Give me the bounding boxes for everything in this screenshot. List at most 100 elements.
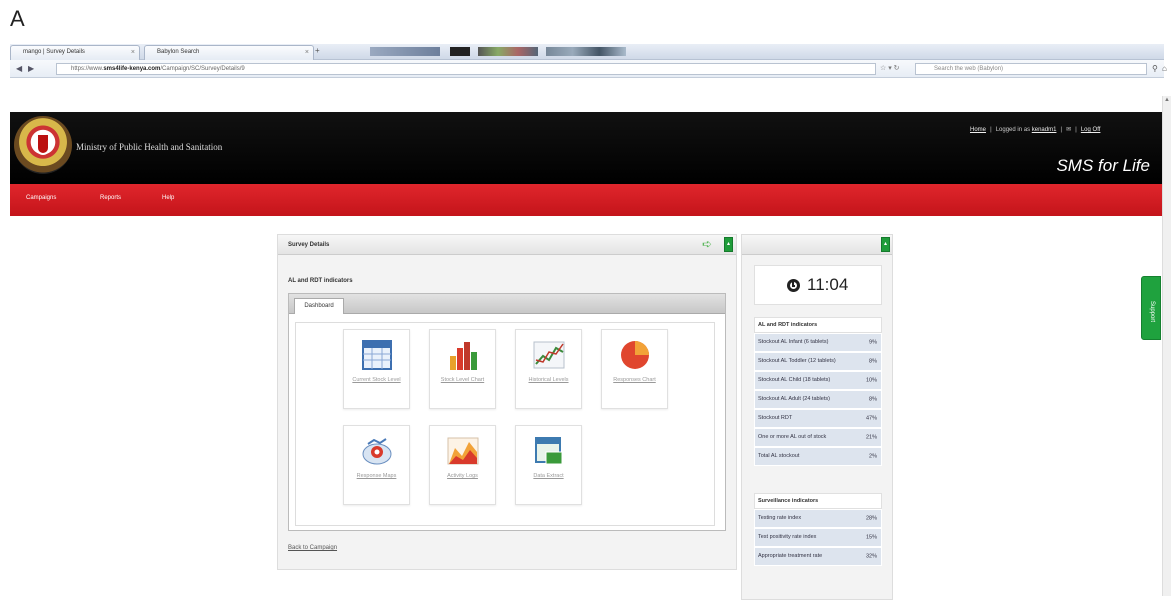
tile-current-stock-level[interactable]: Current Stock Level — [343, 329, 410, 409]
indicator-label: One or more AL out of stock — [758, 434, 827, 440]
web-search-input[interactable]: Search the web (Babylon) — [915, 63, 1147, 75]
tile-label: Stock Level Chart — [440, 377, 485, 383]
surveillance-indicators: Surveillance indicators Testing rate ind… — [754, 493, 882, 566]
url-path: /Campaign/SC/Survey/Details/9 — [160, 66, 245, 72]
back-arrow-icon[interactable]: ◀ — [16, 64, 22, 73]
data-extract-icon — [535, 437, 563, 465]
indicator-value: 8% — [869, 396, 877, 402]
search-icon[interactable]: ⚲ — [1152, 64, 1158, 73]
bookmark-star-icon[interactable]: ☆ ▾ ↻ — [880, 64, 900, 72]
taskbar-thumbnail — [478, 47, 538, 56]
scroll-up-icon[interactable]: ▲ — [1164, 97, 1170, 103]
tile-label: Historical Levels — [528, 377, 569, 383]
indicator-row: Appropriate treatment rate 32% — [754, 547, 882, 566]
logged-in-label: Logged in as — [995, 127, 1031, 133]
tile-label: Data Extract — [533, 473, 564, 479]
area-chart-icon — [447, 437, 479, 465]
map-icon — [362, 438, 392, 465]
collapse-button[interactable]: ▴ — [881, 237, 890, 252]
tile-label: Current Stock Level — [352, 377, 401, 383]
nav-campaigns[interactable]: Campaigns — [26, 195, 56, 201]
indicators-title: Surveillance indicators — [754, 493, 882, 509]
url-domain: sms4life-kenya.com — [103, 66, 161, 72]
close-icon[interactable]: × — [305, 46, 309, 59]
tile-historical-levels[interactable]: Historical Levels — [515, 329, 582, 409]
ministry-name: Ministry of Public Health and Sanitation — [76, 142, 223, 152]
url-prefix: https://www. — [71, 66, 104, 72]
tab-title: mango | Survey Details — [23, 49, 85, 55]
indicators-title: AL and RDT indicators — [754, 317, 882, 333]
close-icon[interactable]: × — [131, 46, 135, 59]
dashboard-tiles: Current Stock Level Stock Level Chart Hi… — [295, 322, 715, 526]
mail-icon[interactable]: ✉ — [1066, 127, 1071, 133]
indicator-value: 28% — [865, 515, 877, 521]
indicator-row: Stockout RDT 47% — [754, 409, 882, 428]
home-icon[interactable]: ⌂ — [1162, 64, 1167, 73]
indicator-value: 2% — [869, 453, 877, 459]
taskbar-thumbnail — [450, 47, 470, 56]
forward-arrow-icon[interactable]: ▶ — [28, 64, 34, 73]
tab-title: Babylon Search — [157, 49, 200, 55]
browser-tab-survey-details[interactable]: mango | Survey Details × — [10, 45, 140, 60]
indicator-label: Appropriate treatment rate — [758, 553, 823, 559]
browser-tab-bar: mango | Survey Details × Babylon Search … — [10, 44, 1164, 60]
dashboard-tabs: Dashboard Current Stock Level Stock Leve… — [288, 293, 726, 531]
username-link[interactable]: kenadm1 — [1032, 127, 1057, 133]
main-nav: Campaigns Reports Help — [10, 184, 1162, 216]
clock-icon — [787, 279, 800, 292]
indicator-value: 15% — [865, 534, 877, 540]
site-header: Ministry of Public Health and Sanitation… — [10, 112, 1162, 184]
panel-title: Survey Details — [288, 242, 330, 248]
tile-activity-logs[interactable]: Activity Logs — [429, 425, 496, 505]
al-rdt-indicators: AL and RDT indicators Stockout AL Infant… — [754, 317, 882, 466]
figure-label: A — [10, 6, 25, 31]
tile-response-maps[interactable]: Response Maps — [343, 425, 410, 505]
indicator-row: Stockout AL Child (18 tablets) 10% — [754, 371, 882, 390]
tile-label: Activity Logs — [447, 473, 478, 479]
indicator-value: 47% — [865, 415, 877, 421]
indicator-label: Stockout AL Adult (24 tablets) — [758, 396, 830, 402]
tile-data-extract[interactable]: Data Extract — [515, 425, 582, 505]
indicator-label: Stockout AL Infant (6 tablets) — [758, 339, 829, 345]
browser-tab-babylon[interactable]: Babylon Search × — [144, 45, 314, 60]
tab-dashboard[interactable]: Dashboard — [294, 298, 344, 314]
clock-time: 11:04 — [807, 275, 849, 294]
indicator-label: Stockout AL Toddler (12 tablets) — [758, 358, 836, 364]
tile-responses-chart[interactable]: Responses Chart — [601, 329, 668, 409]
nav-help[interactable]: Help — [162, 195, 174, 201]
indicator-row: Stockout AL Adult (24 tablets) 8% — [754, 390, 882, 409]
back-arrow-icon[interactable]: ➪ — [702, 237, 712, 251]
indicator-label: Testing rate index — [758, 515, 802, 521]
indicator-value: 21% — [865, 434, 877, 440]
nav-reports[interactable]: Reports — [100, 195, 121, 201]
line-chart-icon — [533, 341, 565, 369]
panel-header: ▴ — [742, 235, 892, 255]
indicator-label: Stockout RDT — [758, 415, 793, 421]
new-tab-button[interactable]: + — [315, 46, 320, 55]
indicator-label: Test positivity rate index — [758, 534, 817, 540]
clock-widget: 11:04 — [754, 265, 882, 305]
home-link[interactable]: Home — [970, 127, 986, 133]
page-scrollbar[interactable]: ▲ — [1162, 96, 1171, 596]
browser-address-bar: ◀ ▶ https://www.sms4life-kenya.com/Campa… — [10, 60, 1167, 78]
bar-chart-icon — [450, 342, 477, 370]
indicator-row: Testing rate index 28% — [754, 509, 882, 528]
panel-header: Survey Details ➪ ▴ — [278, 235, 736, 255]
logoff-link[interactable]: Log Off — [1081, 127, 1101, 133]
indicator-value: 10% — [865, 377, 877, 383]
collapse-button[interactable]: ▴ — [724, 237, 733, 252]
back-to-campaign-link[interactable]: Back to Campaign — [288, 545, 337, 551]
indicator-value: 8% — [869, 358, 877, 364]
tile-stock-level-chart[interactable]: Stock Level Chart — [429, 329, 496, 409]
indicator-row: Total AL stockout 2% — [754, 447, 882, 466]
indicator-value: 9% — [869, 339, 877, 345]
tile-label: Responses Chart — [613, 377, 656, 383]
indicator-row: Stockout AL Toddler (12 tablets) 8% — [754, 352, 882, 371]
indicator-row: One or more AL out of stock 21% — [754, 428, 882, 447]
url-input[interactable]: https://www.sms4life-kenya.com/Campaign/… — [56, 63, 876, 75]
indicator-label: Stockout AL Child (18 tablets) — [758, 377, 831, 383]
pie-chart-icon — [621, 341, 649, 369]
taskbar-thumbnail — [370, 47, 440, 56]
support-tab[interactable]: Support — [1141, 276, 1161, 340]
indicator-label: Total AL stockout — [758, 453, 800, 459]
